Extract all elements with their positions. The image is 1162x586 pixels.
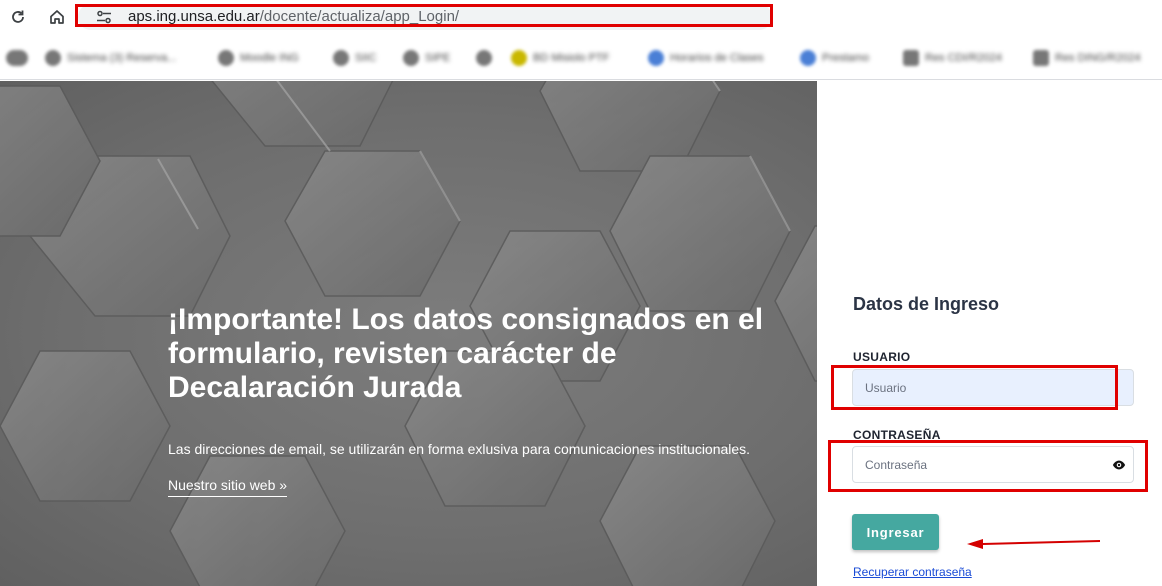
bookmark-favicon-icon bbox=[903, 50, 919, 66]
website-link[interactable]: Nuestro sitio web » bbox=[168, 477, 288, 497]
bookmark-item[interactable]: BD Misiolo PTF bbox=[511, 49, 609, 67]
bookmark-item[interactable]: Res CDI/R2024 bbox=[903, 49, 1002, 67]
reload-icon bbox=[12, 10, 24, 23]
hero-title: ¡Importante! Los datos consignados en el… bbox=[168, 303, 764, 404]
login-panel: Datos de Ingreso USUARIO CONTRASEÑA Ingr… bbox=[818, 81, 1162, 586]
bookmark-item[interactable]: Prestamo bbox=[800, 49, 869, 67]
bookmark-item[interactable]: Moodle ING bbox=[218, 49, 299, 67]
address-highlight-box bbox=[75, 4, 773, 27]
bookmark-favicon-icon bbox=[648, 50, 664, 66]
username-label: USUARIO bbox=[853, 350, 911, 364]
bookmark-item[interactable]: SIIC bbox=[333, 49, 376, 67]
bookmark-label: Res CDI/R2024 bbox=[925, 52, 1003, 64]
bookmark-item[interactable] bbox=[476, 49, 492, 67]
bookmark-favicon-icon bbox=[1033, 50, 1049, 66]
bookmark-label: Horarios de Clases bbox=[670, 52, 764, 64]
login-button[interactable]: Ingresar bbox=[852, 514, 939, 550]
hero-description: Las direcciones de email, se utilizarán … bbox=[168, 441, 751, 457]
bookmark-item[interactable]: Res DING/R2024 bbox=[1033, 49, 1141, 67]
bookmark-favicon-icon bbox=[511, 50, 527, 66]
bookmark-label: Sistema (3) Reserva... bbox=[67, 52, 177, 64]
hero-banner: ¡Importante! Los datos consignados en el… bbox=[0, 81, 817, 586]
bookmark-label: SIIC bbox=[355, 52, 377, 64]
bookmark-label: Moodle ING bbox=[240, 52, 299, 64]
bookmark-item[interactable]: SIPE bbox=[403, 49, 450, 67]
reload-button[interactable] bbox=[7, 6, 29, 28]
bookmark-favicon-icon bbox=[6, 50, 28, 66]
username-highlight-box bbox=[831, 365, 1118, 410]
bookmark-item[interactable]: Sistema (3) Reserva... bbox=[45, 49, 176, 67]
bookmark-item[interactable] bbox=[6, 49, 28, 67]
bookmark-label: Res DING/R2024 bbox=[1055, 52, 1141, 64]
browser-toolbar: aps.ing.unsa.edu.ar/docente/actualiza/ap… bbox=[0, 0, 1162, 35]
bookmark-favicon-icon bbox=[45, 50, 61, 66]
bookmark-item[interactable]: Horarios de Clases bbox=[648, 49, 764, 67]
bookmark-favicon-icon bbox=[403, 50, 419, 66]
annotation-arrow-icon bbox=[967, 539, 1101, 549]
bookmark-label: SIPE bbox=[425, 52, 451, 64]
bookmark-favicon-icon bbox=[333, 50, 349, 66]
form-title: Datos de Ingreso bbox=[853, 294, 1000, 314]
bookmark-favicon-icon bbox=[800, 50, 816, 66]
bookmark-label: Prestamo bbox=[822, 52, 870, 64]
bookmark-favicon-icon bbox=[218, 50, 234, 66]
bookmarks-bar: Sistema (3) Reserva... Moodle ING SIIC S… bbox=[0, 35, 1162, 80]
recover-password-link[interactable]: Recuperar contraseña bbox=[853, 565, 972, 579]
password-highlight-box bbox=[828, 440, 1148, 492]
home-button[interactable] bbox=[46, 6, 68, 28]
home-icon bbox=[50, 10, 64, 24]
bookmark-label: BD Misiolo PTF bbox=[533, 52, 610, 64]
bookmark-favicon-icon bbox=[476, 50, 492, 66]
